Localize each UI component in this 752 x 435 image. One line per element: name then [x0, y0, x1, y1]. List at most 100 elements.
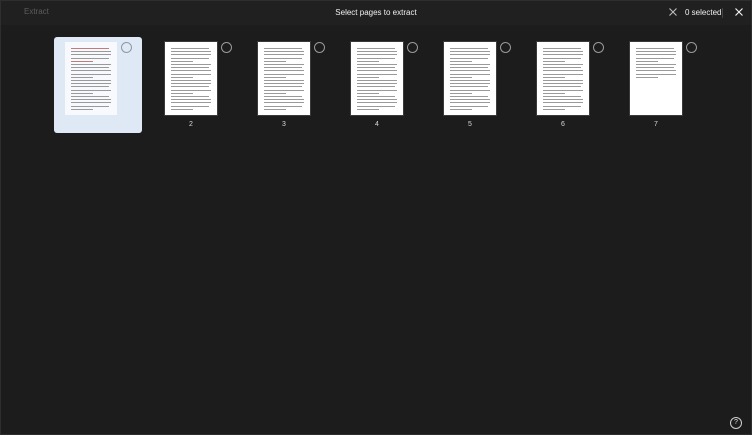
thumbnail-text-line [357, 86, 395, 88]
thumbnail-text-line [450, 96, 488, 97]
thumbnail-text-line [357, 105, 395, 107]
thumbnail-text-line [450, 86, 488, 88]
thumbnail-text-line [543, 48, 581, 49]
thumbnail-text-line [71, 76, 93, 78]
thumbnail-text-line [264, 57, 302, 59]
page-select-checkbox[interactable] [593, 42, 604, 53]
thumbnail-text-line [357, 83, 397, 85]
thumbnail-text-line [71, 60, 93, 62]
thumbnail-text-line [450, 89, 490, 91]
thumbnail-text-line [450, 92, 472, 94]
thumbnail-text-line [357, 60, 379, 62]
thumbnail-text-line [636, 64, 676, 65]
thumbnail-text-line [543, 70, 583, 72]
thumbnail-text-line [357, 73, 397, 75]
thumbnail-text-line [636, 67, 674, 69]
thumbnail-text-line [264, 70, 304, 72]
page-thumbnail-card[interactable]: 4 [340, 37, 428, 133]
clear-selection-button[interactable] [668, 5, 680, 19]
thumbnail-text-line [357, 64, 397, 65]
thumbnail-text-line [543, 99, 583, 101]
page-thumbnail-card[interactable]: 6 [526, 37, 614, 133]
thumbnail-text-line [171, 57, 209, 59]
thumbnail-text-line [450, 60, 472, 62]
page-select-checkbox[interactable] [407, 42, 418, 53]
page-thumbnail [351, 42, 403, 115]
thumbnail-text-line [636, 60, 658, 62]
thumbnail-text-line [543, 83, 583, 85]
thumbnail-text-line [636, 73, 676, 75]
help-button[interactable]: ? [730, 417, 742, 429]
thumbnail-text-line [71, 80, 111, 81]
page-thumbnail-card[interactable]: 7 [619, 37, 707, 133]
selected-count: 0 selected [685, 8, 722, 17]
thumbnail-text-line [171, 70, 211, 72]
page-select-checkbox[interactable] [686, 42, 697, 53]
dialog-header: Extract Select pages to extract 0 select… [1, 1, 751, 25]
page-thumbnail-card[interactable]: 2 [154, 37, 242, 133]
page-thumbnail [165, 42, 217, 115]
thumbnail-text-line [357, 80, 397, 81]
thumbnail-text-line [171, 96, 209, 97]
thumbnail-text-line [71, 92, 93, 94]
thumbnail-text-line [171, 92, 193, 94]
thumbnail-text-line [543, 105, 581, 107]
extract-dialog: Extract Select pages to extract 0 select… [0, 0, 752, 435]
thumbnail-text-line [264, 96, 302, 97]
thumbnail-text-line [543, 89, 583, 91]
thumbnail-text-line [543, 64, 583, 65]
thumbnail-text-line [171, 99, 211, 101]
thumbnail-text-line [171, 89, 211, 91]
thumbnail-text-line [71, 64, 111, 65]
thumbnail-text-line [450, 64, 490, 65]
page-number: 2 [189, 121, 193, 128]
close-button[interactable] [734, 5, 746, 19]
thumbnail-text-line [636, 76, 658, 78]
thumbnail-text-line [543, 54, 583, 56]
thumbnail-text-line [543, 96, 581, 97]
thumbnail-text-line [450, 80, 490, 81]
page-thumbnail [630, 42, 682, 115]
thumbnail-text-line [357, 102, 397, 104]
divider [722, 8, 723, 18]
close-icon [735, 8, 743, 16]
thumbnail-text-line [264, 67, 302, 69]
thumbnail-text-line [450, 73, 490, 75]
thumbnail-text-line [450, 67, 488, 69]
thumbnail-text-line [543, 76, 565, 78]
page-thumbnail-card[interactable] [54, 37, 142, 133]
page-thumbnail-card[interactable]: 5 [433, 37, 521, 133]
thumbnail-text-line [543, 60, 565, 62]
thumbnail-text-line [357, 67, 395, 69]
page-select-checkbox[interactable] [221, 42, 232, 53]
thumbnail-text-line [543, 102, 583, 104]
thumbnail-text-line [543, 108, 565, 110]
page-select-checkbox[interactable] [500, 42, 511, 53]
thumbnail-text-line [71, 51, 111, 53]
thumbnail-text-line [450, 102, 490, 104]
thumbnail-text-line [71, 86, 109, 88]
thumbnail-text-line [71, 48, 109, 49]
thumbnail-text-line [450, 48, 488, 49]
thumbnail-text-line [450, 108, 472, 110]
thumbnail-text-line [264, 80, 304, 81]
page-select-checkbox[interactable] [314, 42, 325, 53]
thumbnail-text-line [71, 99, 111, 101]
thumbnail-text-line [543, 92, 565, 94]
thumbnail-text-line [357, 70, 397, 72]
thumbnail-text-line [71, 73, 111, 75]
thumbnail-text-line [357, 57, 395, 59]
page-thumbnail [258, 42, 310, 115]
thumbnail-text-line [171, 48, 209, 49]
thumbnail-text-line [636, 48, 674, 49]
thumbnail-text-line [171, 73, 211, 75]
thumbnail-text-line [357, 48, 395, 49]
page-select-checkbox[interactable] [121, 42, 132, 53]
thumbnail-text-line [357, 89, 397, 91]
thumbnail-text-line [171, 64, 211, 65]
thumbnail-text-line [264, 89, 304, 91]
dialog-title: Select pages to extract [335, 8, 417, 17]
thumbnail-text-line [357, 54, 397, 56]
thumbnail-text-line [543, 86, 581, 88]
page-thumbnail-card[interactable]: 3 [247, 37, 335, 133]
